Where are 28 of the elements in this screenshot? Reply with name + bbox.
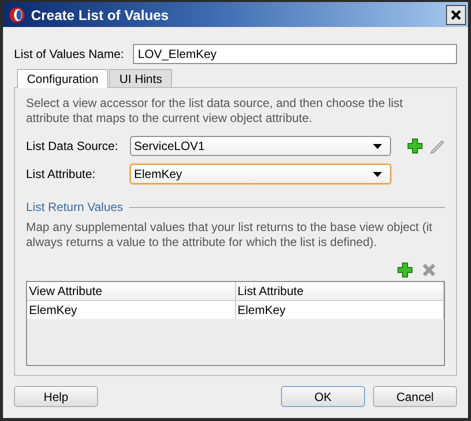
table-cell[interactable]: ElemKey: [236, 301, 444, 319]
tab[interactable]: Configuration: [17, 69, 108, 88]
caret-icon: [373, 144, 382, 148]
field-label: List Data Source:: [26, 139, 120, 153]
help-button[interactable]: Help: [14, 386, 98, 407]
add-icon[interactable]: [407, 138, 423, 154]
table-cell[interactable]: ElemKey: [27, 301, 236, 319]
caret-icon: [373, 172, 382, 176]
field-label: List of Values Name:: [14, 47, 124, 61]
close-button[interactable]: [446, 4, 466, 24]
description-text: Map any supplemental values that your list returns to the base view object (it always returns a value to the attribute for which the list is defined).: [26, 220, 434, 250]
list-attribute-dropdown[interactable]: ElemKey: [130, 164, 391, 184]
name-input-field[interactable]: LOV_ElemKey: [132, 44, 457, 64]
cancel-button[interactable]: Cancel: [373, 386, 457, 407]
column-header[interactable]: List Attribute: [236, 282, 444, 300]
app-logo-icon: [9, 6, 25, 22]
ok-button[interactable]: OK: [281, 386, 365, 407]
pencil-icon[interactable]: [429, 138, 445, 154]
add-icon[interactable]: [397, 262, 413, 278]
data-source-dropdown[interactable]: ServiceLOV1: [130, 136, 391, 156]
close-icon: [451, 10, 461, 20]
window-title: Create List of Values: [31, 6, 170, 22]
field-label: List Attribute:: [26, 167, 96, 181]
delete-icon[interactable]: [421, 262, 437, 278]
tab[interactable]: UI Hints: [109, 69, 172, 87]
column-header[interactable]: View Attribute: [27, 282, 236, 300]
section-heading: List Return Values: [26, 200, 124, 214]
instruction-text: Select a view accessor for the list data source, and then choose the list attribute that maps to the current view object attribute.: [26, 96, 404, 126]
